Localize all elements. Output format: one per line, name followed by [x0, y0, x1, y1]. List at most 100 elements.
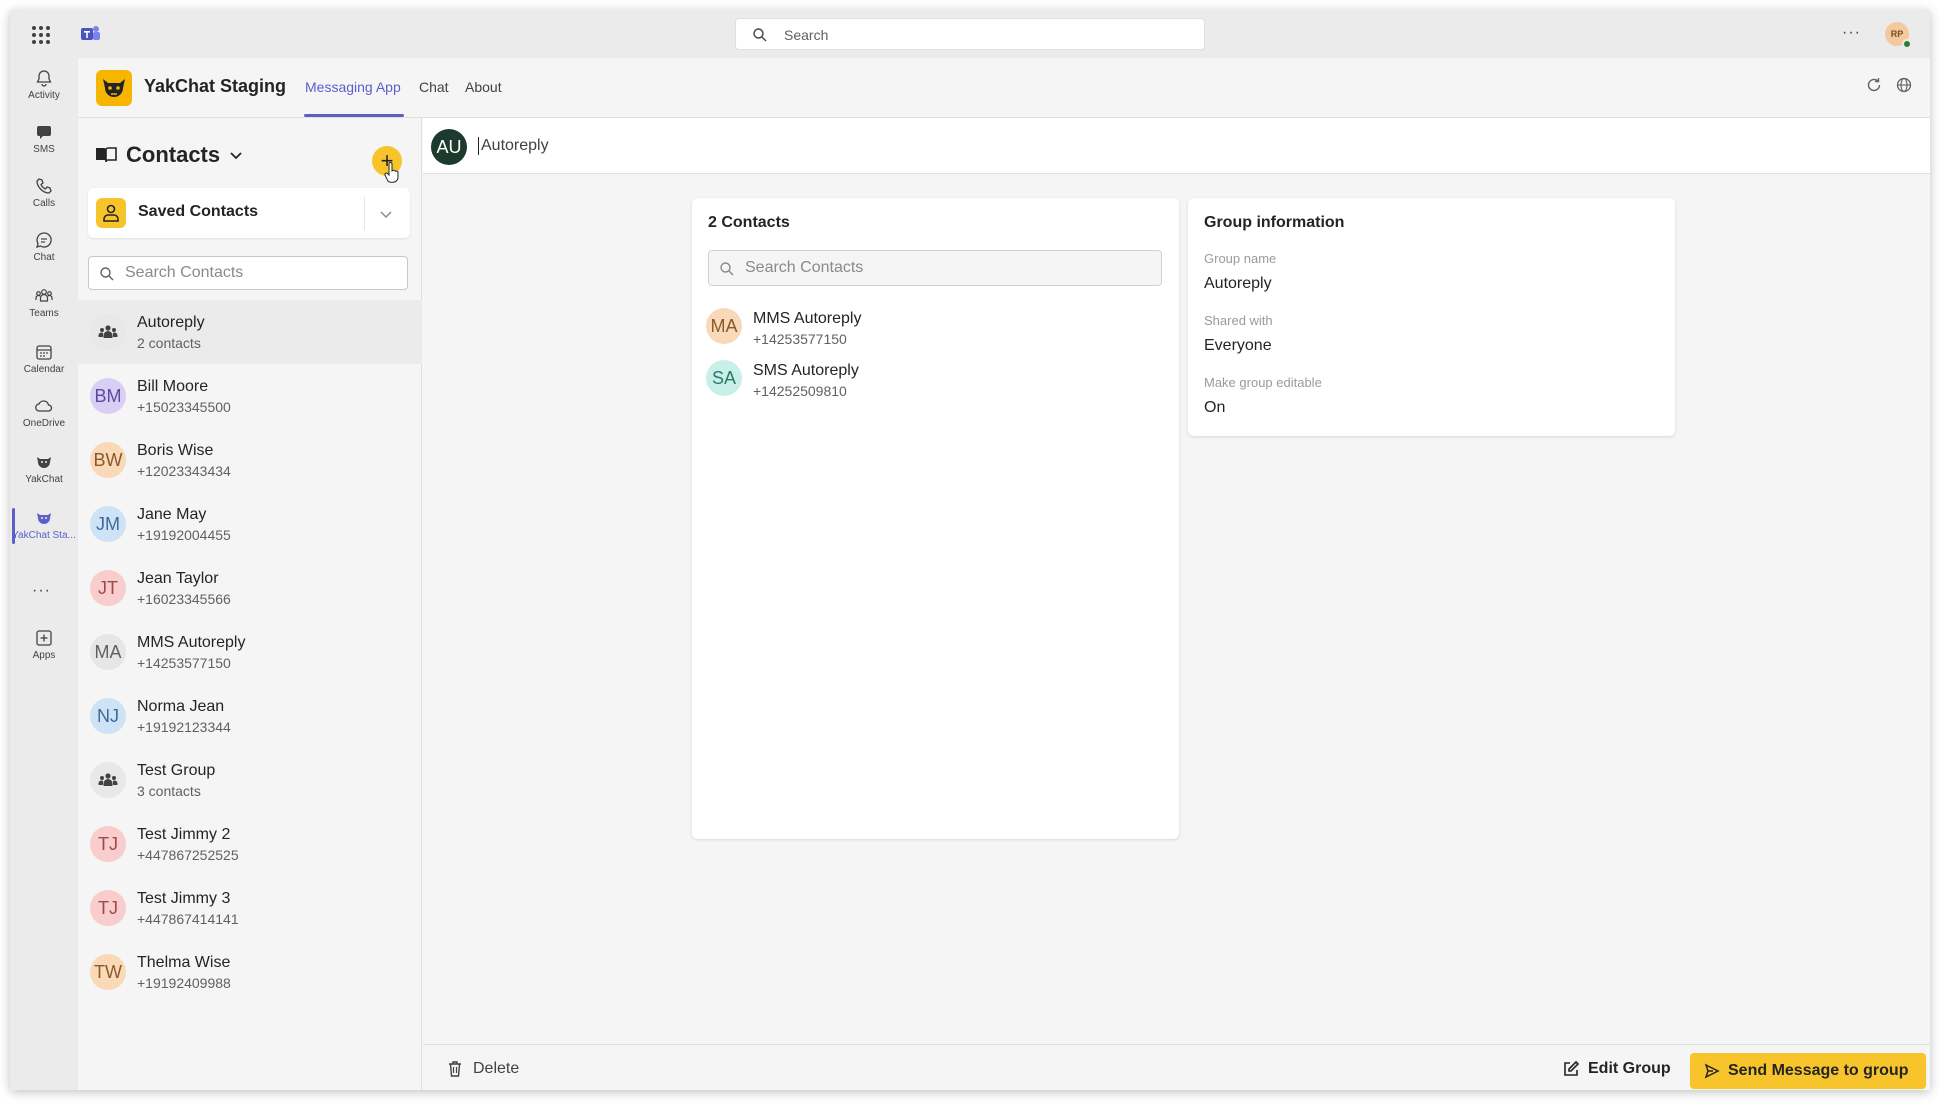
rail-item-sms[interactable]: SMS [10, 116, 78, 166]
editable-label: Make group editable [1204, 375, 1322, 390]
edit-icon [1564, 1060, 1580, 1076]
contact-name: Thelma Wise [137, 954, 231, 971]
rail-item-apps[interactable]: Apps [10, 622, 78, 672]
contact-search-input[interactable] [125, 263, 395, 283]
contact-phone: +15023345500 [137, 399, 231, 415]
group-avatar [90, 762, 126, 798]
contact-avatar: TJ [90, 890, 126, 926]
contact-avatar: JM [90, 506, 126, 542]
rail-item-activity[interactable]: Activity [10, 62, 78, 112]
contacts-title: Contacts [126, 142, 221, 167]
global-search-input[interactable] [784, 25, 1184, 45]
contact-name: MMS Autoreply [137, 634, 246, 651]
add-app-icon [36, 630, 52, 646]
contact-row[interactable]: JT Jean Taylor +16023345566 [78, 556, 422, 620]
contact-avatar: NJ [90, 698, 126, 734]
contacts-header[interactable]: Contacts [94, 140, 244, 170]
rail-item-yakchat-staging[interactable]: YakChat Sta... [10, 502, 78, 552]
yakchat-logo-icon [96, 70, 132, 106]
contact-row[interactable]: TJ Test Jimmy 3 +447867414141 [78, 876, 422, 940]
rail-item-chat[interactable]: Chat [10, 224, 78, 274]
members-count-title: 2 Contacts [708, 214, 790, 231]
teams-icon [35, 289, 53, 302]
app-title: YakChat Staging [144, 76, 287, 96]
divider [364, 196, 365, 230]
refresh-icon[interactable] [1865, 76, 1883, 94]
send-message-button[interactable]: Send Message to group [1690, 1053, 1926, 1089]
app-rail: Activity SMS Calls Chat Teams Calendar O… [10, 58, 78, 1090]
group-header: AU Autoreply [423, 118, 1930, 174]
address-book-icon [96, 147, 117, 163]
contact-name: Test Group [137, 762, 216, 779]
contact-row[interactable]: Autoreply 2 contacts [78, 300, 422, 364]
saved-contacts-label: Saved Contacts [138, 203, 259, 220]
global-search[interactable] [735, 18, 1205, 50]
more-options-icon[interactable]: ··· [1842, 24, 1861, 42]
user-initials: RP [1890, 29, 1904, 39]
group-name-heading[interactable]: Autoreply [478, 137, 549, 155]
shared-with-value: Everyone [1204, 337, 1272, 354]
member-name: MMS Autoreply [753, 310, 862, 327]
member-row[interactable]: SA SMS Autoreply +14252509810 [692, 348, 1179, 408]
member-search[interactable] [708, 250, 1162, 286]
rail-item-teams[interactable]: Teams [10, 280, 78, 330]
rail-label: Activity [28, 90, 60, 101]
top-bar: ··· RP [10, 10, 1930, 58]
contact-name: Test Jimmy 3 [137, 890, 231, 907]
contact-name: Boris Wise [137, 442, 214, 459]
contact-phone: +19192409988 [137, 975, 231, 991]
contact-list: Autoreply 2 contacts BM Bill Moore +15023345… [78, 300, 422, 1004]
contact-row[interactable]: TJ Test Jimmy 2 +447867252525 [78, 812, 422, 876]
contact-name: Jane May [137, 506, 207, 523]
trash-icon [449, 1061, 461, 1077]
rail-label: Chat [33, 252, 55, 263]
chevron-down-icon[interactable] [378, 206, 394, 222]
contact-row[interactable]: JM Jane May +19192004455 [78, 492, 422, 556]
presence-indicator [1902, 39, 1912, 49]
contact-row[interactable]: MA MMS Autoreply +14253577150 [78, 620, 422, 684]
rail-item-calls[interactable]: Calls [10, 170, 78, 220]
member-row[interactable]: MA MMS Autoreply +14253577150 [692, 296, 1179, 356]
more-apps-icon[interactable]: ··· [32, 582, 51, 600]
tab-about[interactable]: About [465, 79, 502, 95]
tab-messaging-app[interactable]: Messaging App [305, 79, 401, 95]
contact-row[interactable]: TW Thelma Wise +19192409988 [78, 940, 422, 1004]
search-icon [720, 262, 734, 276]
user-avatar[interactable]: RP [1885, 22, 1912, 49]
rail-item-yakchat[interactable]: YakChat [10, 446, 78, 496]
contact-name: Test Jimmy 2 [137, 826, 231, 843]
yakchat-icon [37, 457, 51, 468]
contact-phone: +19192123344 [137, 719, 231, 735]
contact-avatar: BM [90, 378, 126, 414]
globe-icon[interactable] [1895, 76, 1913, 94]
delete-button[interactable]: Delete [447, 1059, 519, 1079]
phone-icon [36, 178, 52, 194]
search-icon [100, 267, 114, 281]
tab-chat[interactable]: Chat [419, 79, 449, 95]
member-avatar: MA [706, 308, 742, 344]
sms-icon [37, 126, 51, 139]
edit-group-button[interactable]: Edit Group [1562, 1059, 1671, 1079]
contact-phone: +19192004455 [137, 527, 231, 543]
editable-value: On [1204, 399, 1226, 416]
teams-logo-icon [81, 26, 100, 40]
teams-window: ··· RP Activity SMS Calls Chat Teams [10, 10, 1930, 1090]
member-search-input[interactable] [745, 258, 1145, 278]
rail-item-calendar[interactable]: Calendar [10, 336, 78, 386]
send-icon [1704, 1063, 1720, 1079]
rail-label: Apps [32, 650, 56, 661]
contact-phone: +447867414141 [137, 911, 239, 927]
app-launcher-icon[interactable] [30, 24, 52, 46]
rail-item-onedrive[interactable]: OneDrive [10, 390, 78, 440]
contact-row[interactable]: BW Boris Wise +12023343434 [78, 428, 422, 492]
contact-avatar: MA [90, 634, 126, 670]
contact-row[interactable]: Test Group 3 contacts [78, 748, 422, 812]
rail-label: Teams [29, 308, 59, 319]
cloud-icon [35, 400, 53, 412]
rail-label: YakChat Sta... [12, 530, 76, 541]
group-info-card: Group information Group name Autoreply S… [1188, 198, 1675, 436]
contact-row[interactable]: BM Bill Moore +15023345500 [78, 364, 422, 428]
contact-search[interactable] [88, 256, 408, 290]
saved-contacts-selector[interactable]: Saved Contacts [88, 188, 410, 238]
contact-row[interactable]: NJ Norma Jean +19192123344 [78, 684, 422, 748]
